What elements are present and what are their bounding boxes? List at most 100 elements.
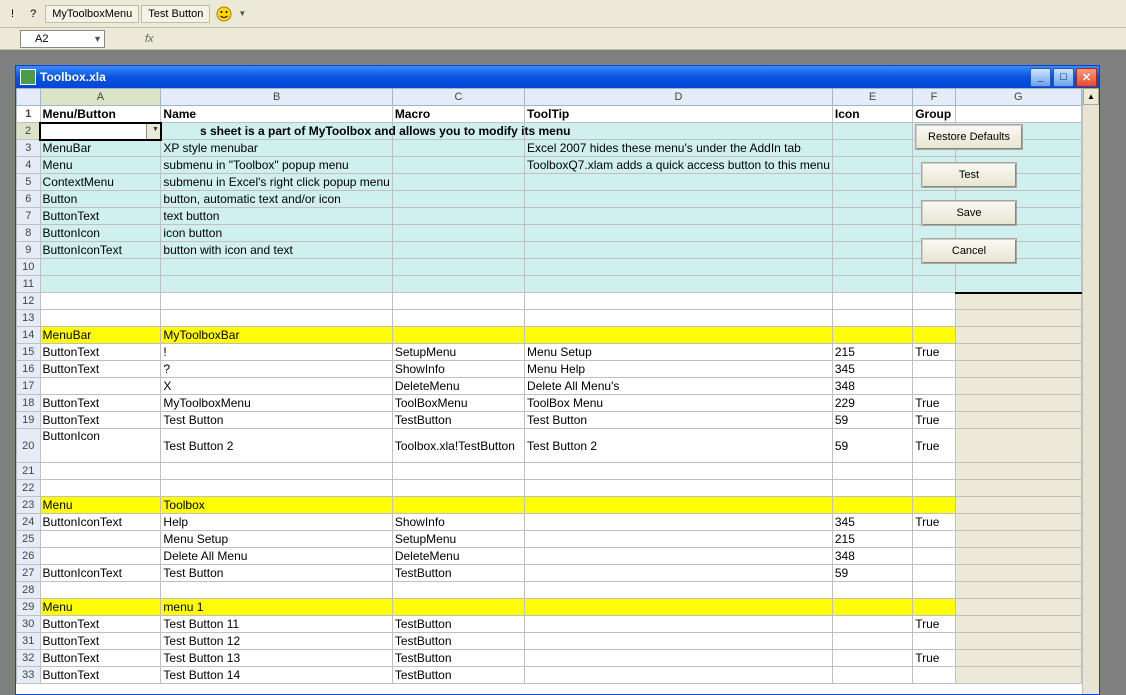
cell[interactable]: ButtonText xyxy=(40,633,161,650)
cell[interactable] xyxy=(955,106,1081,123)
col-header-G[interactable]: G xyxy=(955,89,1081,106)
cell[interactable] xyxy=(40,480,161,497)
row-header[interactable]: 5 xyxy=(17,174,41,191)
cell[interactable]: MenuBar xyxy=(40,140,161,157)
cell[interactable] xyxy=(525,582,833,599)
row-header[interactable]: 20 xyxy=(17,429,41,463)
cell[interactable]: 59 xyxy=(832,565,912,582)
cell[interactable] xyxy=(392,293,524,310)
cell[interactable] xyxy=(913,582,955,599)
col-header-B[interactable]: B xyxy=(161,89,392,106)
cell[interactable]: Menu/Button xyxy=(40,106,161,123)
cell[interactable]: Icon xyxy=(832,106,912,123)
cell[interactable]: ContextMenu xyxy=(40,174,161,191)
cell[interactable] xyxy=(392,123,524,140)
cell[interactable]: submenu in "Toolbox" popup menu xyxy=(161,157,392,174)
cell[interactable] xyxy=(913,548,955,565)
row-header[interactable]: 12 xyxy=(17,293,41,310)
cell[interactable] xyxy=(40,310,161,327)
cell[interactable] xyxy=(955,361,1081,378)
cell[interactable] xyxy=(392,310,524,327)
cell[interactable] xyxy=(525,565,833,582)
row-header[interactable]: 25 xyxy=(17,531,41,548)
cell[interactable] xyxy=(955,497,1081,514)
cell[interactable]: True xyxy=(913,514,955,531)
cell[interactable]: 348 xyxy=(832,378,912,395)
cell[interactable] xyxy=(832,463,912,480)
row-header[interactable]: 14 xyxy=(17,327,41,344)
cell[interactable] xyxy=(525,650,833,667)
cell[interactable]: Macro xyxy=(392,106,524,123)
col-header-F[interactable]: F xyxy=(913,89,955,106)
row-header[interactable]: 19 xyxy=(17,412,41,429)
cell[interactable] xyxy=(832,582,912,599)
cell[interactable]: ! xyxy=(161,344,392,361)
cell[interactable]: ButtonText xyxy=(40,395,161,412)
tb-btn-mytoolbox[interactable]: MyToolboxMenu xyxy=(45,5,139,23)
cell[interactable]: submenu in Excel's right click popup men… xyxy=(161,174,392,191)
cell[interactable]: True xyxy=(913,344,955,361)
cell[interactable] xyxy=(525,310,833,327)
row-header[interactable]: 26 xyxy=(17,548,41,565)
cell[interactable] xyxy=(955,310,1081,327)
cell[interactable] xyxy=(832,276,912,293)
cell[interactable] xyxy=(40,378,161,395)
cell[interactable] xyxy=(525,616,833,633)
cell[interactable] xyxy=(832,140,912,157)
cell[interactable] xyxy=(525,480,833,497)
cell[interactable] xyxy=(832,242,912,259)
scroll-up-button[interactable]: ▲ xyxy=(1083,88,1099,105)
cell[interactable]: 345 xyxy=(832,361,912,378)
cell[interactable] xyxy=(40,531,161,548)
save-button[interactable]: Save xyxy=(921,200,1017,226)
cell[interactable] xyxy=(913,361,955,378)
cell[interactable] xyxy=(913,293,955,310)
cell[interactable] xyxy=(525,548,833,565)
cell[interactable] xyxy=(955,463,1081,480)
tb-btn-1[interactable]: ! xyxy=(4,5,21,23)
row-header[interactable]: 17 xyxy=(17,378,41,395)
cell[interactable]: MenuBar xyxy=(40,327,161,344)
cell[interactable] xyxy=(392,242,524,259)
cell[interactable]: menu 1 xyxy=(161,599,392,616)
cell[interactable] xyxy=(832,208,912,225)
dropdown-arrow-icon[interactable]: ▼ xyxy=(238,9,246,18)
row-header[interactable]: 29 xyxy=(17,599,41,616)
cell[interactable]: Menu Setup xyxy=(161,531,392,548)
row-header[interactable]: 15 xyxy=(17,344,41,361)
cell[interactable]: Test Button 13 xyxy=(161,650,392,667)
cell[interactable] xyxy=(832,293,912,310)
row-header[interactable]: 8 xyxy=(17,225,41,242)
cell[interactable]: button with icon and text xyxy=(161,242,392,259)
name-box-dropdown-icon[interactable]: ▼ xyxy=(93,34,102,44)
cell[interactable] xyxy=(392,276,524,293)
cell[interactable]: icon button xyxy=(161,225,392,242)
name-box[interactable]: A2 ▼ xyxy=(20,30,105,48)
cell[interactable] xyxy=(955,531,1081,548)
cell[interactable] xyxy=(955,480,1081,497)
cell[interactable] xyxy=(955,344,1081,361)
cell[interactable] xyxy=(161,293,392,310)
close-button[interactable]: ✕ xyxy=(1076,68,1097,87)
cell[interactable]: Test Button 11 xyxy=(161,616,392,633)
cell[interactable]: SetupMenu xyxy=(392,531,524,548)
cell[interactable]: Excel 2007 hides these menu's under the … xyxy=(525,140,833,157)
cell[interactable] xyxy=(392,140,524,157)
cell[interactable]: True xyxy=(913,412,955,429)
cell[interactable]: TestButton xyxy=(392,633,524,650)
cell[interactable]: Delete All Menu xyxy=(161,548,392,565)
cell[interactable]: Delete All Menu's xyxy=(525,378,833,395)
cell[interactable]: Group xyxy=(913,106,955,123)
cell[interactable]: Name xyxy=(161,106,392,123)
cell[interactable] xyxy=(955,327,1081,344)
cell[interactable] xyxy=(913,327,955,344)
cell[interactable] xyxy=(832,174,912,191)
row-header[interactable]: 16 xyxy=(17,361,41,378)
cell[interactable] xyxy=(832,225,912,242)
row-header[interactable]: 27 xyxy=(17,565,41,582)
maximize-button[interactable]: □ xyxy=(1053,68,1074,87)
cell[interactable] xyxy=(832,310,912,327)
cell[interactable]: Test Button xyxy=(161,412,392,429)
cell[interactable]: True xyxy=(913,395,955,412)
row-header[interactable]: 1 xyxy=(17,106,41,123)
